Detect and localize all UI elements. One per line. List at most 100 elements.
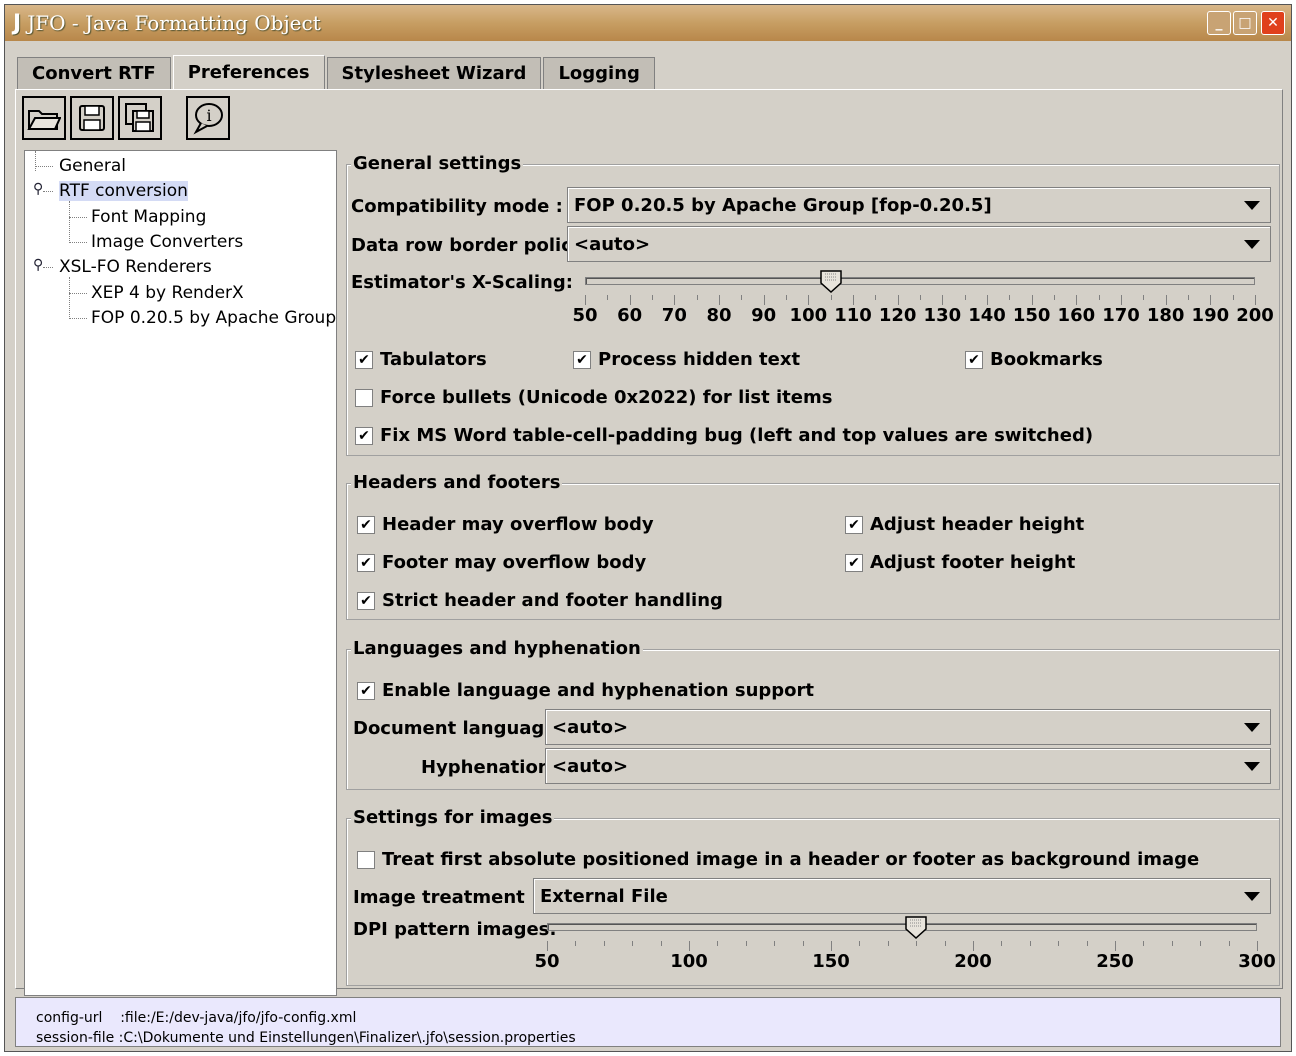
window-title: JFO - Java Formatting Object [27, 11, 321, 35]
slider-thumb[interactable] [904, 915, 928, 939]
slider-tick [585, 295, 586, 305]
slider-tick [1143, 941, 1145, 946]
tabulators-checkbox[interactable]: ✔ Tabulators [355, 349, 487, 370]
tree-item-font-mapping[interactable]: Font Mapping [91, 206, 206, 228]
tree-expand-icon[interactable]: ⚲ [33, 181, 43, 197]
bookmarks-checkbox[interactable]: ✔ Bookmarks [965, 349, 1103, 370]
slider-tick [1255, 295, 1256, 305]
group-title: Languages and hyphenation [351, 638, 643, 659]
slider-tick [1171, 941, 1173, 946]
slider-tick [689, 941, 690, 951]
slider-tick [786, 295, 787, 300]
toolbar: i [22, 96, 230, 146]
slider-tick [1121, 295, 1122, 305]
svg-text:i: i [206, 106, 211, 125]
fix-word-checkbox[interactable]: ✔ Fix MS Word table-cell-padding bug (lef… [355, 425, 1093, 446]
slider-tick [1029, 941, 1031, 946]
minimize-button[interactable]: _ [1207, 11, 1231, 35]
slider-thumb[interactable] [819, 269, 843, 293]
adjust-header-checkbox[interactable]: ✔ Adjust header height [845, 514, 1084, 535]
document-language-label: Document language : [353, 718, 570, 739]
scaling-tick-label: 180 [1146, 305, 1185, 326]
slider-tick [1076, 295, 1078, 305]
tab-convert-rtf[interactable]: Convert RTF [17, 57, 171, 89]
dpi-slider[interactable]: 50 100 150 200 250 300 [534, 915, 1276, 975]
slider-track[interactable] [585, 277, 1255, 285]
tree-item-general[interactable]: General [59, 155, 126, 177]
tree-item-fop[interactable]: FOP 0.20.5 by Apache Group [91, 307, 336, 329]
slider-ticks [585, 295, 1256, 305]
scaling-tick-label: 100 [789, 305, 828, 326]
scaling-tick-label: 200 [1236, 305, 1274, 326]
hyphenation-combo[interactable]: <auto> [545, 748, 1271, 784]
tree-line [69, 277, 70, 319]
tab-logging[interactable]: Logging [543, 57, 655, 89]
close-button[interactable]: ✕ [1261, 11, 1285, 35]
app-window: J JFO - Java Formatting Object _ □ ✕ Con… [4, 4, 1292, 1052]
tree-item-xsl-fo-renderers[interactable]: XSL-FO Renderers [59, 256, 212, 278]
header-overflow-checkbox[interactable]: ✔ Header may overflow body [357, 514, 654, 535]
tree-expand-icon[interactable]: ⚲ [33, 257, 43, 273]
info-button[interactable]: i [186, 96, 230, 140]
slider-tick [774, 941, 776, 946]
slider-tick [1098, 295, 1100, 300]
open-button[interactable] [22, 96, 66, 140]
slider-tick [1058, 941, 1060, 946]
slider-tick [1143, 295, 1145, 300]
tab-stylesheet-wizard[interactable]: Stylesheet Wizard [326, 57, 542, 89]
slider-tick [1054, 295, 1055, 300]
slider-tick [964, 295, 966, 300]
save-button[interactable] [70, 96, 114, 140]
slider-tick [916, 941, 918, 946]
slider-tick [859, 941, 861, 946]
border-policy-combo[interactable]: <auto> [567, 226, 1271, 262]
slider-tick [1009, 295, 1011, 300]
status-panel: config-url :file:/E:/dev-java/jfo/jfo-co… [15, 997, 1281, 1047]
tree-line [69, 318, 87, 319]
slider-tick [887, 941, 889, 946]
image-treatment-combo[interactable]: External File [533, 878, 1271, 914]
title-bar[interactable]: J JFO - Java Formatting Object _ □ ✕ [5, 5, 1291, 41]
slider-tick [942, 295, 944, 305]
background-image-checkbox[interactable]: Treat first absolute positioned image in… [357, 849, 1199, 870]
scaling-tick-label: 50 [572, 305, 598, 326]
slider-track[interactable] [547, 923, 1257, 931]
close-icon: ✕ [1267, 15, 1279, 31]
save-as-button[interactable] [118, 96, 162, 140]
maximize-button[interactable]: □ [1233, 11, 1257, 35]
save-as-icon [125, 103, 154, 132]
tree-item-rtf-conversion[interactable]: RTF conversion [59, 180, 188, 202]
group-title: Settings for images [351, 807, 555, 828]
tab-preferences[interactable]: Preferences [172, 55, 325, 89]
dpi-tick-label: 250 [1096, 951, 1134, 972]
images-group: Settings for images Treat first absolute… [346, 807, 1280, 986]
config-url-text: config-url :file:/E:/dev-java/jfo/jfo-co… [36, 1010, 357, 1026]
force-bullets-checkbox[interactable]: Force bullets (Unicode 0x2022) for list … [355, 387, 832, 408]
strict-handling-checkbox[interactable]: ✔ Strict header and footer handling [357, 590, 723, 611]
enable-language-checkbox[interactable]: ✔ Enable language and hyphenation support [357, 680, 814, 701]
dpi-tick-label: 100 [670, 951, 708, 972]
chevron-down-icon [1244, 240, 1260, 249]
document-language-combo[interactable]: <auto> [545, 709, 1271, 745]
preferences-tree[interactable]: General ⚲ RTF conversion Font Mapping Im… [24, 150, 337, 996]
adjust-footer-checkbox[interactable]: ✔ Adjust footer height [845, 552, 1075, 573]
minimize-icon: _ [1215, 15, 1223, 31]
footer-overflow-checkbox[interactable]: ✔ Footer may overflow body [357, 552, 646, 573]
process-hidden-checkbox[interactable]: ✔ Process hidden text [573, 349, 800, 370]
chevron-down-icon [1244, 892, 1260, 901]
slider-tick [897, 295, 899, 305]
scaling-tick-label: 160 [1057, 305, 1096, 326]
tree-line [69, 293, 87, 294]
slider-tick [853, 295, 854, 305]
tree-item-xep[interactable]: XEP 4 by RenderX [91, 282, 244, 304]
group-title: Headers and footers [351, 472, 563, 493]
image-treatment-label: Image treatment : [353, 887, 539, 908]
slider-tick [1031, 295, 1033, 305]
tree-line [69, 242, 87, 243]
border-policy-label: Data row border policy : [351, 235, 598, 256]
compat-combo[interactable]: FOP 0.20.5 by Apache Group [fop-0.20.5] [567, 187, 1271, 223]
slider-tick [603, 941, 605, 946]
scaling-slider[interactable]: 50 60 70 80 90 100 110 120 130 140 150 160 170 180 190… [572, 269, 1274, 329]
dpi-label: DPI pattern images: [353, 919, 557, 940]
tree-item-image-converters[interactable]: Image Converters [91, 231, 243, 253]
